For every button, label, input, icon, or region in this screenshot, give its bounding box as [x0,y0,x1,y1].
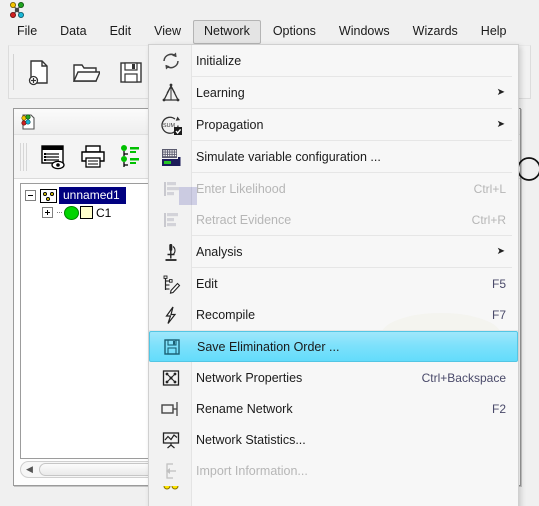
menu-item-simulate-variable-configuration[interactable]: Simulate variable configuration ... [149,141,518,172]
menu-item-list: Initialize Learning ➤ SUM Propagation ➤ … [149,45,518,500]
refresh-circular-arrows-icon [149,50,192,72]
network-nodes-icon [8,1,26,18]
submenu-arrow-icon: ➤ [496,246,505,257]
menu-item-label: Simulate variable configuration ... [196,149,381,164]
new-file-icon[interactable] [19,52,59,92]
menu-item-initialize[interactable]: Initialize [149,45,518,76]
menu-item-accelerator: Ctrl+L [473,181,506,196]
titlebar [0,0,539,19]
menu-item-edit[interactable]: Edit F5 [149,268,518,299]
expand-expander-icon[interactable] [42,207,53,218]
tree-connector [57,212,62,213]
submenu-arrow-icon: ➤ [496,87,505,98]
rename-network-icon [149,398,192,420]
menu-item-analysis[interactable]: Analysis ➤ [149,236,518,267]
menu-item-save-elimination-order[interactable]: Save Elimination Order ... [149,331,518,362]
bars-likelihood-icon [149,178,192,200]
triangle-learning-icon [149,82,192,104]
svg-text:SUM: SUM [163,123,175,129]
menu-item-partial[interactable] [149,486,518,500]
menu-item-network-statistics[interactable]: Network Statistics... [149,424,518,455]
linked-nodes-icon [149,486,192,500]
network-properties-icon [149,367,192,389]
menu-windows[interactable]: Windows [328,20,401,44]
tree-node-label[interactable]: C1 [96,206,111,220]
menu-view[interactable]: View [143,20,192,44]
menu-item-import-information: Import Information... [149,455,518,486]
menu-item-recompile[interactable]: Recompile F7 [149,299,518,330]
open-file-icon[interactable] [65,52,105,92]
menu-item-propagation[interactable]: SUM Propagation ➤ [149,109,518,140]
menu-item-label: Analysis [196,244,243,259]
microscope-icon [149,241,192,263]
lightning-bolt-icon [149,304,192,326]
menu-item-accelerator: F7 [491,307,506,322]
menu-item-label: Network Statistics... [196,432,306,447]
menu-item-label: Initialize [196,53,242,68]
statistics-chart-icon [149,429,192,451]
print-icon[interactable] [76,141,110,173]
tree-node-label[interactable]: unnamed1 [59,187,126,204]
floppy-disk-icon [150,336,193,358]
menu-item-label: Rename Network [196,401,293,416]
toolbar-grip[interactable] [20,143,27,171]
menu-item-accelerator: Ctrl+R [471,212,506,227]
node-levels-icon[interactable] [114,141,148,173]
menu-data[interactable]: Data [49,20,97,44]
menu-item-label: Retract Evidence [196,212,292,227]
menu-file[interactable]: File [6,20,48,44]
bars-retract-icon [149,209,192,231]
application-window: File Data Edit View Network Options Wind… [0,0,539,506]
menu-item-learning[interactable]: Learning ➤ [149,77,518,108]
menu-options[interactable]: Options [262,20,327,44]
import-arrow-icon [149,460,192,482]
menu-item-label: Edit [196,276,218,291]
menu-item-label: Learning [196,85,245,100]
view-details-icon[interactable] [36,141,70,173]
menu-item-enter-likelihood: Enter Likelihood Ctrl+L [149,173,518,204]
menu-item-label: Import Information... [196,463,308,478]
menu-item-label: Save Elimination Order ... [197,339,340,354]
menu-item-network-properties[interactable]: Network Properties Ctrl+Backspace [149,362,518,393]
menu-network[interactable]: Network [192,20,261,44]
save-file-icon[interactable] [111,52,151,92]
menu-edit[interactable]: Edit [99,20,143,44]
calculator-icon [149,146,192,168]
zoom-magnifier-icon [519,152,539,186]
menu-help[interactable]: Help [470,20,518,44]
menu-item-label: Propagation [196,117,264,132]
menu-item-accelerator: Ctrl+Backspace [421,370,506,385]
menu-wizards[interactable]: Wizards [402,20,469,44]
menubar: File Data Edit View Network Options Wind… [0,19,539,45]
network-menu[interactable]: Initialize Learning ➤ SUM Propagation ➤ … [148,44,519,506]
menu-item-retract-evidence: Retract Evidence Ctrl+R [149,204,518,235]
menu-item-rename-network[interactable]: Rename Network F2 [149,393,518,424]
menu-item-label: Network Properties [196,370,303,385]
menu-item-accelerator: F2 [491,401,506,416]
network-node-icon [40,188,57,203]
sum-propagation-icon: SUM [149,114,192,136]
menu-item-label: Recompile [196,307,256,322]
network-document-icon [19,113,37,131]
yellow-square-icon [80,206,93,219]
collapse-expander-icon[interactable] [25,190,36,201]
menu-item-accelerator: F5 [491,276,506,291]
scroll-left-arrow-icon[interactable]: ◀ [21,462,38,477]
submenu-arrow-icon: ➤ [496,119,505,130]
green-circle-icon [64,205,79,220]
menu-item-label: Enter Likelihood [196,181,286,196]
edit-tree-pencil-icon [149,273,192,295]
